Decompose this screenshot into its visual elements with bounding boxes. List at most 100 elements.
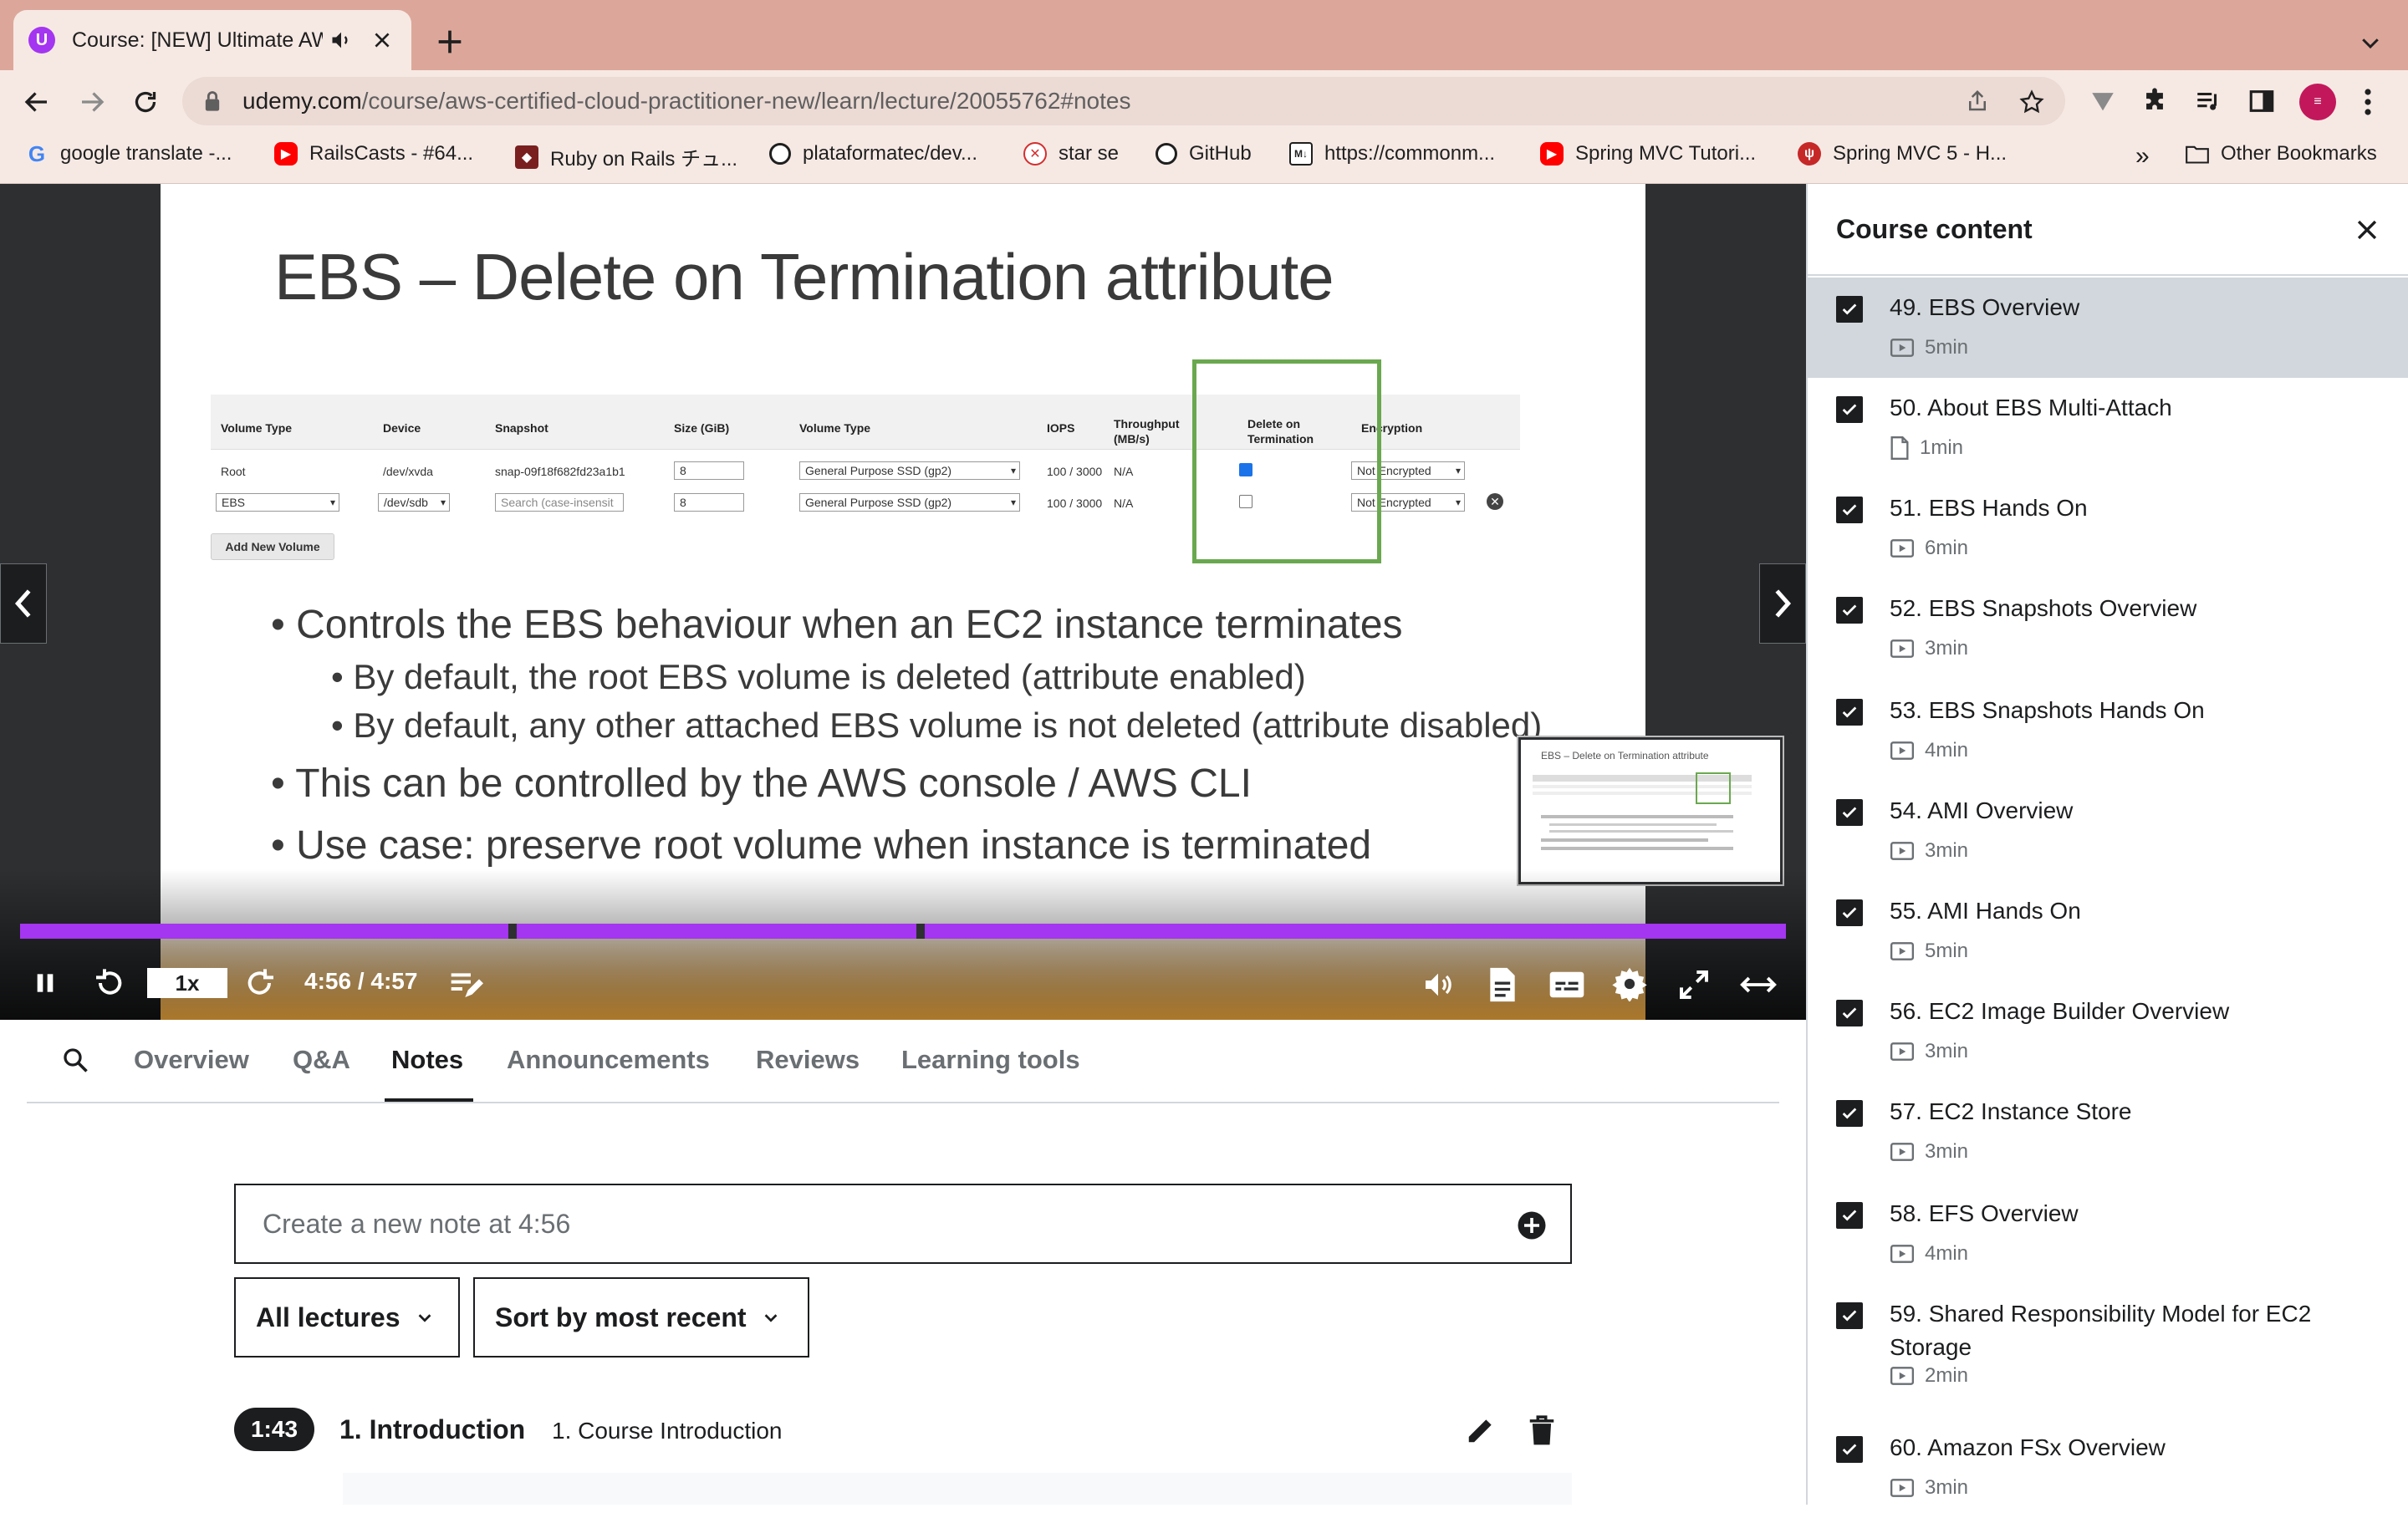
forward-5-icon[interactable]	[244, 966, 278, 1000]
video-player[interactable]: EBS – Delete on Termination attribute Vo…	[0, 184, 1806, 1020]
note-timestamp-badge[interactable]: 1:43	[234, 1408, 314, 1451]
completed-checkbox[interactable]	[1836, 597, 1863, 624]
bookmark-item[interactable]: ψ Spring MVC 5 - H...	[1798, 142, 2007, 166]
expand-width-icon[interactable]	[1739, 971, 1778, 998]
previous-lecture-button[interactable]	[0, 563, 47, 644]
completed-checkbox[interactable]	[1836, 497, 1863, 523]
completed-checkbox[interactable]	[1836, 1202, 1863, 1229]
share-icon[interactable]	[1965, 89, 1990, 114]
other-bookmarks-folder[interactable]: Other Bookmarks	[2186, 142, 2377, 166]
tab-search-chevron-icon[interactable]	[2358, 30, 2383, 55]
sidebar-lecture-item[interactable]: 50. About EBS Multi-Attach 1min	[1808, 378, 2408, 478]
sidebar-lecture-item[interactable]: 49. EBS Overview 5min	[1808, 278, 2408, 378]
browser-tab[interactable]: U Course: [NEW] Ultimate AW	[13, 10, 411, 70]
add-note-icon[interactable]	[448, 968, 485, 1001]
transcript-icon[interactable]	[1487, 966, 1518, 1003]
tab-title: Course: [NEW] Ultimate AW	[72, 28, 323, 52]
bookmark-item[interactable]: ▶ RailsCasts - #64...	[274, 142, 473, 166]
speaker-icon[interactable]	[329, 28, 353, 52]
profile-avatar[interactable]: ≡	[2299, 84, 2336, 120]
completed-checkbox[interactable]	[1836, 799, 1863, 826]
sidebar-lecture-item[interactable]: 53. EBS Snapshots Hands On 4min	[1808, 680, 2408, 781]
tab-learning-tools[interactable]: Learning tools	[901, 1045, 1080, 1075]
udemy-favicon-icon: U	[28, 27, 55, 53]
sidebar-lecture-item[interactable]: 54. AMI Overview 3min	[1808, 781, 2408, 881]
add-circle-icon[interactable]	[1517, 1210, 1547, 1240]
completed-checkbox[interactable]	[1836, 899, 1863, 926]
vpn-extension-icon[interactable]	[2089, 87, 2117, 115]
side-panel-icon[interactable]	[2247, 87, 2276, 115]
sidebar-lecture-item[interactable]: 55. AMI Hands On 5min	[1808, 881, 2408, 981]
rewind-5-icon[interactable]	[92, 966, 125, 1000]
lecture-duration: 4min	[1925, 1242, 1969, 1265]
completed-checkbox[interactable]	[1836, 396, 1863, 423]
more-vertical-icon[interactable]	[2363, 87, 2373, 117]
completed-checkbox[interactable]	[1836, 1302, 1863, 1329]
forward-arrow-icon[interactable]	[77, 87, 107, 117]
new-tab-plus-icon[interactable]	[433, 25, 467, 59]
completed-checkbox[interactable]	[1836, 296, 1863, 323]
sidebar-lecture-item[interactable]: 51. EBS Hands On 6min	[1808, 478, 2408, 578]
tab-announcements[interactable]: Announcements	[507, 1045, 710, 1075]
media-control-icon[interactable]	[2194, 87, 2222, 115]
pause-icon[interactable]	[32, 970, 59, 996]
next-lecture-button[interactable]	[1759, 563, 1806, 644]
bookmark-label: GitHub	[1189, 142, 1252, 165]
completed-checkbox[interactable]	[1836, 1436, 1863, 1463]
all-lectures-label: All lectures	[256, 1302, 400, 1332]
note-item: 1:43 1. Introduction 1. Course Introduct…	[234, 1408, 1589, 1454]
all-lectures-dropdown[interactable]: All lectures	[234, 1277, 460, 1358]
sidebar-lecture-item[interactable]: 56. EC2 Image Builder Overview 3min	[1808, 981, 2408, 1082]
ruby-icon: ◆	[515, 145, 538, 169]
url-text[interactable]: udemy.com/course/aws-certified-cloud-pra…	[242, 88, 1130, 115]
sidebar-lecture-item[interactable]: 60. Amazon FSx Overview 3min	[1808, 1418, 2408, 1518]
bookmark-item[interactable]: GitHub	[1156, 142, 1252, 166]
captions-icon[interactable]	[1548, 970, 1585, 1000]
progress-bar[interactable]	[20, 924, 1786, 939]
bookmark-item[interactable]: plataformatec/dev...	[769, 142, 977, 166]
overflow-chevron-icon: »	[2135, 142, 2150, 170]
sidebar-lecture-item[interactable]: 57. EC2 Instance Store 3min	[1808, 1082, 2408, 1182]
bookmark-item[interactable]: ✕ star se	[1023, 142, 1119, 166]
pencil-icon[interactable]	[1465, 1414, 1497, 1446]
completed-checkbox[interactable]	[1836, 1100, 1863, 1127]
close-tab-icon[interactable]	[371, 29, 393, 51]
create-note-input[interactable]: Create a new note at 4:56	[234, 1184, 1572, 1264]
bookmark-star-icon[interactable]	[2018, 89, 2045, 115]
volume-icon[interactable]	[1421, 968, 1455, 1001]
sidebar-lecture-item[interactable]: 59. Shared Responsibility Model for EC2 …	[1808, 1284, 2408, 1418]
chevron-right-icon	[1772, 587, 1793, 620]
trash-icon[interactable]	[1527, 1414, 1557, 1446]
lecture-title: 49. EBS Overview	[1890, 294, 2080, 320]
bookmark-item[interactable]: M↓ https://commonm...	[1289, 142, 1495, 166]
completed-checkbox[interactable]	[1836, 1000, 1863, 1026]
settings-gear-icon[interactable]	[1612, 966, 1647, 1001]
sidebar-lecture-item[interactable]: 58. EFS Overview 4min	[1808, 1184, 2408, 1284]
row2-size: 8	[674, 493, 744, 512]
close-icon[interactable]	[2353, 216, 2381, 244]
search-icon[interactable]	[60, 1045, 90, 1075]
bookmark-item[interactable]: G google translate -...	[25, 141, 232, 166]
address-bar[interactable]: udemy.com/course/aws-certified-cloud-pra…	[182, 77, 2065, 125]
fullscreen-icon[interactable]	[1677, 968, 1711, 1001]
lecture-title: 60. Amazon FSx Overview	[1890, 1434, 2166, 1460]
col-snapshot: Snapshot	[495, 421, 548, 435]
tab-notes[interactable]: Notes	[391, 1045, 463, 1075]
bookmark-label: RailsCasts - #64...	[309, 142, 474, 165]
completed-checkbox[interactable]	[1836, 699, 1863, 726]
sidebar-lecture-item[interactable]: 52. EBS Snapshots Overview 3min	[1808, 578, 2408, 679]
tab-overview[interactable]: Overview	[134, 1045, 249, 1075]
back-arrow-icon[interactable]	[22, 87, 52, 117]
tab-qa[interactable]: Q&A	[293, 1045, 350, 1075]
bookmarks-overflow-button[interactable]: »	[2135, 142, 2150, 171]
playback-speed-button[interactable]: 1x	[147, 968, 227, 998]
bookmark-item[interactable]: ◆ Ruby on Rails チュ...	[515, 142, 737, 171]
sort-dropdown[interactable]: Sort by most recent	[473, 1277, 809, 1358]
bookmark-item[interactable]: ▶ Spring MVC Tutori...	[1540, 142, 1756, 166]
tab-reviews[interactable]: Reviews	[756, 1045, 860, 1075]
lock-icon[interactable]	[202, 89, 222, 113]
reload-icon[interactable]	[130, 87, 161, 117]
url-host: udemy.com	[242, 88, 362, 114]
lecture-tabs: Overview Q&A Notes Announcements Reviews…	[27, 1020, 1779, 1103]
extensions-puzzle-icon[interactable]	[2140, 87, 2169, 115]
